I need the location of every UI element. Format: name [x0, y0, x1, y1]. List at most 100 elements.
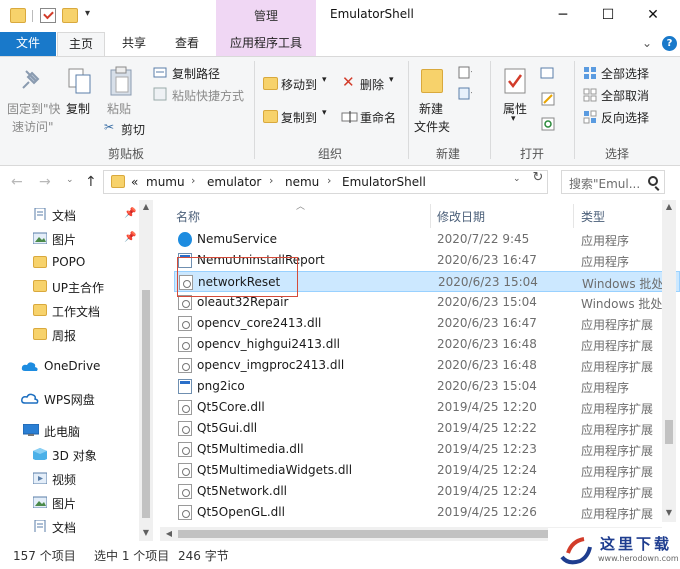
nav-label: UP主合作	[52, 281, 105, 295]
back-icon[interactable]: ←	[11, 174, 23, 190]
select-none-button[interactable]: 全部取消	[601, 87, 649, 104]
tab-application-tools[interactable]: 应用程序工具	[216, 32, 316, 56]
breadcrumb-mumu[interactable]: mumu	[146, 175, 185, 189]
expand-ribbon-icon[interactable]: ⌄	[642, 36, 652, 50]
nav-label: 此电脑	[44, 425, 81, 439]
nav-item-pictures[interactable]: 图片 📌	[0, 228, 140, 250]
rename-button[interactable]: 重命名	[360, 109, 396, 126]
file-name: Qt5MultimediaWidgets.dll	[197, 463, 353, 477]
new-folder-quick-icon[interactable]	[62, 8, 78, 23]
up-icon[interactable]: ↑	[85, 174, 97, 190]
search-icon[interactable]	[648, 176, 658, 186]
nav-pane-scroll-thumb[interactable]	[142, 290, 150, 518]
search-input[interactable]: 搜索"Emul...	[561, 170, 665, 194]
chevron-right-icon[interactable]: ›	[327, 174, 331, 187]
address-bar[interactable]: « mumu › emulator › nemu › EmulatorShell…	[103, 170, 548, 194]
file-row[interactable]: Qt5Gui.dll 2019/4/25 12:22 应用程序扩展	[174, 418, 680, 439]
maximize-button[interactable]: ☐	[585, 0, 631, 30]
title-bar: ▾ 管理 EmulatorShell ─ ☐ ✕	[0, 0, 680, 32]
nav-item-wps-drive[interactable]: WPS网盘	[0, 388, 140, 410]
properties-dropdown-icon[interactable]: ▾	[511, 114, 516, 124]
invert-selection-button[interactable]: 反向选择	[601, 109, 649, 126]
tab-share[interactable]: 共享	[112, 32, 156, 56]
recent-locations-icon[interactable]: ⌄	[66, 175, 74, 185]
scroll-up-icon[interactable]: ▲	[139, 202, 153, 211]
file-row[interactable]: Qt5OpenGL.dll 2019/4/25 12:26 应用程序扩展	[174, 502, 680, 523]
copy-to-button[interactable]: 复制到	[281, 109, 317, 126]
new-folder-button[interactable]: 新建	[419, 100, 443, 117]
nav-item-popo[interactable]: POPO	[0, 252, 140, 274]
address-dropdown-icon[interactable]: ⌄	[513, 174, 521, 184]
customize-quick-access-icon[interactable]: ▾	[85, 8, 90, 19]
cut-button[interactable]: 剪切	[121, 121, 145, 138]
edit-icon[interactable]	[541, 92, 555, 106]
delete-dropdown-icon[interactable]: ▾	[389, 75, 394, 85]
help-icon[interactable]: ?	[662, 36, 677, 51]
forward-icon[interactable]: →	[39, 174, 51, 190]
move-to-button[interactable]: 移动到	[281, 76, 317, 93]
properties-quick-icon[interactable]	[40, 8, 56, 23]
nav-item-up-collab[interactable]: UP主合作	[0, 276, 140, 298]
pin-icon[interactable]: 📌	[124, 208, 136, 219]
select-all-button[interactable]: 全部选择	[601, 65, 649, 82]
minimize-button[interactable]: ─	[540, 0, 586, 30]
tab-home[interactable]: 主页	[57, 32, 105, 57]
history-icon[interactable]	[541, 117, 555, 131]
nav-item-weekly-report[interactable]: 周报	[0, 324, 140, 346]
file-row[interactable]: Qt5Core.dll 2019/4/25 12:20 应用程序扩展	[174, 397, 680, 418]
folder-icon[interactable]	[10, 8, 26, 23]
easy-access-icon[interactable]	[458, 87, 472, 101]
nav-item-onedrive[interactable]: OneDrive	[0, 356, 140, 378]
nav-item-pictures-pc[interactable]: 图片	[0, 492, 140, 514]
copy-path-button[interactable]: 复制路径	[172, 65, 220, 82]
file-row[interactable]: Qt5Multimedia.dll 2019/4/25 12:23 应用程序扩展	[174, 439, 680, 460]
dll-file-icon	[178, 505, 192, 520]
paste-shortcut-button[interactable]: 粘贴快捷方式	[172, 87, 244, 104]
move-to-dropdown-icon[interactable]: ▾	[322, 75, 327, 85]
nav-item-documents-pc[interactable]: 文档	[0, 516, 140, 538]
file-row[interactable]: NemuService 2020/7/22 9:45 应用程序	[174, 229, 680, 250]
scroll-up-icon[interactable]: ▲	[662, 202, 676, 211]
copy-button[interactable]: 复制	[66, 100, 90, 117]
breadcrumb-emulatorshell[interactable]: EmulatorShell	[342, 175, 426, 189]
column-divider[interactable]	[573, 204, 574, 228]
nav-item-3d-objects[interactable]: 3D 对象	[0, 444, 140, 466]
breadcrumb-overflow[interactable]: «	[131, 175, 138, 189]
nav-item-this-pc[interactable]: 此电脑	[0, 420, 140, 442]
file-row[interactable]: opencv_imgproc2413.dll 2020/6/23 16:48 应…	[174, 355, 680, 376]
column-header-type[interactable]: 类型	[581, 208, 605, 225]
paste-button[interactable]: 粘贴	[107, 100, 131, 117]
new-item-icon[interactable]	[458, 66, 472, 80]
scroll-down-icon[interactable]: ▼	[662, 508, 676, 517]
nav-pane-scrollbar[interactable]: ▲ ▼	[139, 200, 153, 541]
pin-to-quick-access-button[interactable]: 固定到"快	[7, 100, 61, 117]
nav-item-documents[interactable]: 文档 📌	[0, 204, 140, 226]
scroll-down-icon[interactable]: ▼	[139, 528, 153, 537]
chevron-right-icon[interactable]: ›	[191, 174, 195, 187]
close-button[interactable]: ✕	[630, 0, 676, 30]
tab-file[interactable]: 文件	[0, 32, 56, 56]
delete-button[interactable]: 删除	[360, 76, 384, 93]
file-list-vertical-scrollbar[interactable]: ▲ ▼	[662, 200, 676, 522]
file-row[interactable]: opencv_core2413.dll 2020/6/23 16:47 应用程序…	[174, 313, 680, 334]
column-header-modified[interactable]: 修改日期	[437, 208, 485, 225]
file-list-scroll-thumb[interactable]	[665, 420, 673, 444]
tab-view[interactable]: 查看	[164, 32, 210, 56]
file-row[interactable]: opencv_highgui2413.dll 2020/6/23 16:48 应…	[174, 334, 680, 355]
nav-item-videos[interactable]: 视频	[0, 468, 140, 490]
chevron-right-icon[interactable]: ›	[269, 174, 273, 187]
horizontal-scroll-thumb[interactable]	[178, 530, 553, 538]
nav-item-work-docs[interactable]: 工作文档	[0, 300, 140, 322]
pin-icon[interactable]: 📌	[124, 232, 136, 243]
column-header-name[interactable]: 名称	[176, 208, 200, 225]
breadcrumb-emulator[interactable]: emulator	[207, 175, 261, 189]
file-row[interactable]: png2ico 2020/6/23 15:04 应用程序	[174, 376, 680, 397]
breadcrumb-nemu[interactable]: nemu	[285, 175, 319, 189]
file-row[interactable]: Qt5MultimediaWidgets.dll 2019/4/25 12:24…	[174, 460, 680, 481]
column-divider[interactable]	[430, 204, 431, 228]
scroll-left-icon[interactable]: ◀	[162, 529, 176, 538]
file-row[interactable]: Qt5Network.dll 2019/4/25 12:24 应用程序扩展	[174, 481, 680, 502]
open-icon[interactable]	[540, 66, 554, 80]
refresh-icon[interactable]: ↻	[529, 170, 547, 185]
copy-to-dropdown-icon[interactable]: ▾	[322, 108, 327, 118]
